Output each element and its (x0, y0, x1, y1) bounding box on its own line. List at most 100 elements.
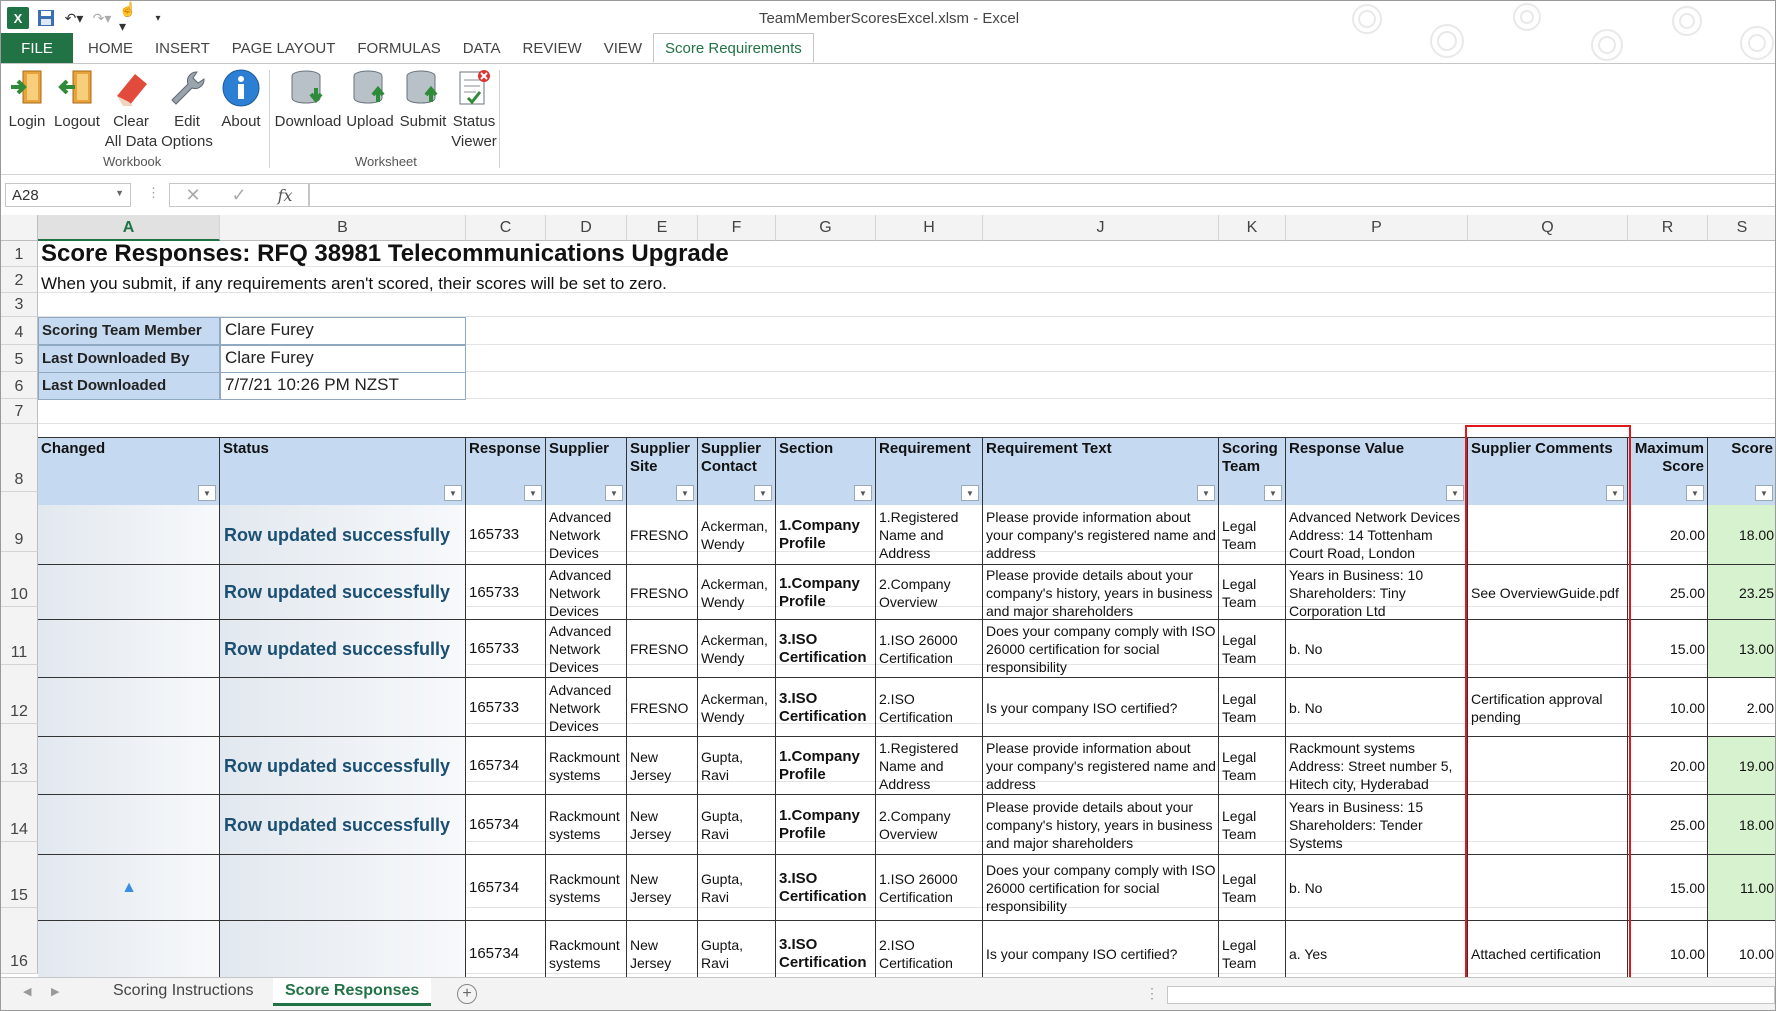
cancel-icon[interactable]: ✕ (185, 185, 200, 206)
row-header-9[interactable]: 9 (1, 492, 38, 552)
about-button[interactable]: About (217, 68, 265, 132)
filter-section-icon[interactable]: ▼ (854, 485, 872, 501)
row-header-14[interactable]: 14 (1, 782, 38, 842)
cell-team[interactable]: Legal Team (1219, 678, 1286, 737)
cell-max[interactable]: 10.00 (1628, 921, 1708, 977)
status-cell[interactable]: Row updated successfully (220, 620, 466, 678)
cell-score[interactable]: 10.00 (1708, 921, 1775, 977)
insert-function-icon[interactable]: fx (278, 186, 293, 205)
cell-contact[interactable]: Gupta, Ravi (698, 795, 776, 855)
info-value[interactable]: 7/7/21 10:26 PM NZST (220, 372, 466, 400)
row-header-10[interactable]: 10 (1, 552, 38, 607)
status-cell[interactable]: Row updated successfully (220, 565, 466, 620)
cell-section[interactable]: 1.Company Profile (776, 737, 876, 795)
row-header-7[interactable]: 7 (1, 399, 38, 424)
info-value[interactable]: Clare Furey (220, 317, 466, 345)
cell-contact[interactable]: Gupta, Ravi (698, 737, 776, 795)
cell-supplier[interactable]: Advanced Network Devices (546, 678, 627, 737)
worksheet-grid[interactable]: A B C D E F G H J K P Q R S 1 2 3 4 5 6 7 8 9 10 11 12 13 14 15 16 Sco… (1, 215, 1775, 977)
cell-max[interactable]: 20.00 (1628, 737, 1708, 795)
cell-section[interactable]: 1.Company Profile (776, 565, 876, 620)
cell-max[interactable]: 15.00 (1628, 620, 1708, 678)
cell-team[interactable]: Legal Team (1219, 620, 1286, 678)
tab-page-layout[interactable]: PAGE LAYOUT (221, 33, 347, 63)
cell-contact[interactable]: Ackerman, Wendy (698, 620, 776, 678)
cell-team[interactable]: Legal Team (1219, 505, 1286, 565)
cell-value[interactable]: b. No (1286, 678, 1468, 737)
cell-team[interactable]: Legal Team (1219, 795, 1286, 855)
column-header-d[interactable]: D (546, 215, 627, 241)
cell-req_text[interactable]: Please provide information about your co… (983, 737, 1219, 795)
cell-max[interactable]: 20.00 (1628, 505, 1708, 565)
filter-response-icon[interactable]: ▼ (524, 485, 542, 501)
cell-requirement[interactable]: 1.Registered Name and Address (876, 737, 983, 795)
column-header-e[interactable]: E (627, 215, 698, 241)
download-button[interactable]: Download (273, 68, 343, 132)
column-header-p[interactable]: P (1286, 215, 1468, 241)
column-header-k[interactable]: K (1219, 215, 1286, 241)
select-all-corner[interactable] (1, 215, 38, 241)
row-header-5[interactable]: 5 (1, 345, 38, 372)
filter-changed-icon[interactable]: ▼ (198, 485, 216, 501)
upload-button[interactable]: Upload (345, 68, 395, 132)
tab-data[interactable]: DATA (452, 33, 512, 63)
column-header-q[interactable]: Q (1468, 215, 1628, 241)
cell-value[interactable]: b. No (1286, 620, 1468, 678)
cell-supplier[interactable]: Rackmount systems (546, 795, 627, 855)
cell-supplier[interactable]: Rackmount systems (546, 921, 627, 977)
cell-max[interactable]: 15.00 (1628, 855, 1708, 921)
submit-button[interactable]: Submit (397, 68, 449, 132)
status-cell[interactable]: Row updated successfully (220, 737, 466, 795)
filter-max-icon[interactable]: ▼ (1686, 485, 1704, 501)
cell-response[interactable]: 165733 (466, 505, 546, 565)
column-header-r[interactable]: R (1628, 215, 1708, 241)
changed-cell[interactable] (38, 737, 220, 795)
cell-requirement[interactable]: 1.ISO 26000 Certification (876, 855, 983, 921)
cell-score[interactable]: 2.00 (1708, 678, 1775, 737)
add-sheet-icon[interactable]: + (457, 984, 477, 1004)
row-header-16[interactable]: 16 (1, 908, 38, 974)
row-header-6[interactable]: 6 (1, 372, 38, 399)
cell-max[interactable]: 25.00 (1628, 565, 1708, 620)
cell-response[interactable]: 165733 (466, 678, 546, 737)
filter-status-icon[interactable]: ▼ (444, 485, 462, 501)
cell-supplier[interactable]: Rackmount systems (546, 737, 627, 795)
status-cell[interactable] (220, 678, 466, 737)
cell-site[interactable]: FRESNO (627, 678, 698, 737)
cell-max[interactable]: 25.00 (1628, 795, 1708, 855)
row-header-4[interactable]: 4 (1, 317, 38, 345)
cell-site[interactable]: FRESNO (627, 505, 698, 565)
changed-cell[interactable] (38, 678, 220, 737)
cell-section[interactable]: 1.Company Profile (776, 505, 876, 565)
filter-contact-icon[interactable]: ▼ (754, 485, 772, 501)
status-cell[interactable] (220, 921, 466, 977)
cell-team[interactable]: Legal Team (1219, 737, 1286, 795)
cell-section[interactable]: 3.ISO Certification (776, 678, 876, 737)
cell-score[interactable]: 11.00 (1708, 855, 1775, 921)
column-header-f[interactable]: F (698, 215, 776, 241)
row-header-8[interactable]: 8 (1, 424, 38, 492)
cell-value[interactable]: Rackmount systems Address: Street number… (1286, 737, 1468, 795)
tab-score-requirements[interactable]: Score Requirements (653, 33, 814, 63)
cell-score[interactable]: 23.25 (1708, 565, 1775, 620)
filter-requirement-icon[interactable]: ▼ (961, 485, 979, 501)
row-header-15[interactable]: 15 (1, 842, 38, 908)
tab-file[interactable]: FILE (1, 33, 73, 63)
filter-value-icon[interactable]: ▼ (1446, 485, 1464, 501)
changed-cell[interactable] (38, 795, 220, 855)
cell-site[interactable]: New Jersey (627, 795, 698, 855)
row-header-13[interactable]: 13 (1, 724, 38, 782)
cell-contact[interactable]: Ackerman, Wendy (698, 505, 776, 565)
cell-response[interactable]: 165734 (466, 737, 546, 795)
cell-value[interactable]: Advanced Network Devices Address: 14 Tot… (1286, 505, 1468, 565)
cell-supplier[interactable]: Advanced Network Devices (546, 505, 627, 565)
chevron-down-icon[interactable]: ▼ (115, 188, 124, 198)
tab-formulas[interactable]: FORMULAS (346, 33, 451, 63)
changed-cell[interactable] (38, 620, 220, 678)
cell-team[interactable]: Legal Team (1219, 565, 1286, 620)
enter-icon[interactable]: ✓ (232, 185, 247, 206)
cell-req_text[interactable]: Is your company ISO certified? (983, 921, 1219, 977)
cell-requirement[interactable]: 2.Company Overview (876, 565, 983, 620)
cell-requirement[interactable]: 1.ISO 26000 Certification (876, 620, 983, 678)
tab-home[interactable]: HOME (77, 33, 144, 63)
